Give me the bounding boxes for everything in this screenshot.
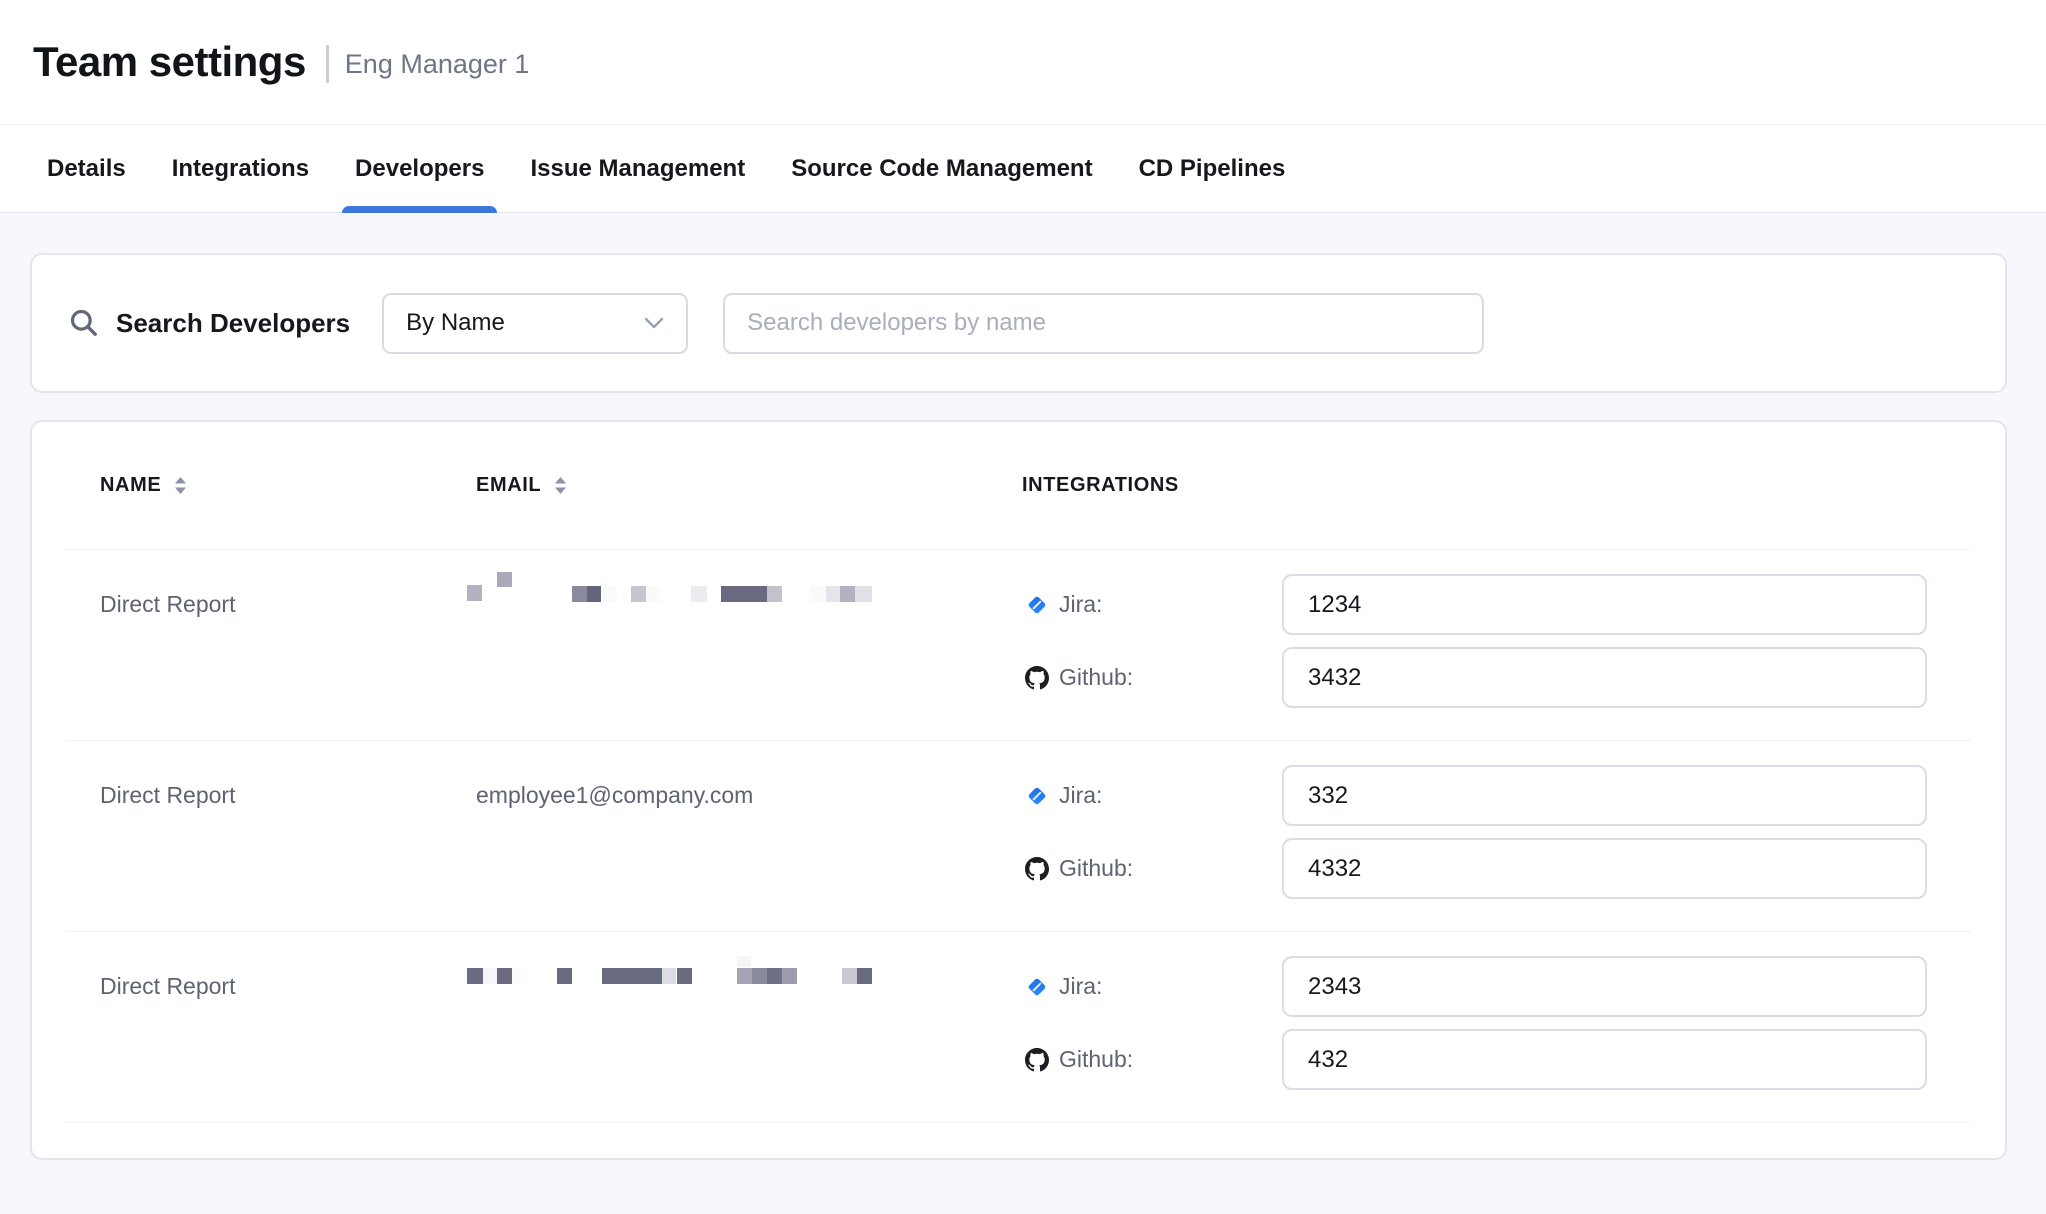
chevron-down-icon — [644, 317, 664, 329]
jira-id-input[interactable] — [1282, 956, 1927, 1017]
jira-icon — [1025, 784, 1049, 808]
tab-integrations[interactable]: Integrations — [172, 125, 309, 212]
developers-table-card: NAME EMAIL INTEGRATIONS Direct Report — [30, 420, 2007, 1160]
column-header-name[interactable]: NAME — [66, 474, 476, 497]
table-row: Direct Report Jira: — [66, 932, 1971, 1123]
search-developers-label: Search Developers — [116, 308, 350, 339]
jira-label: Jira: — [1059, 973, 1102, 1000]
jira-label: Jira: — [1059, 782, 1102, 809]
github-icon — [1025, 1048, 1049, 1072]
redacted-email — [466, 574, 886, 610]
page-content: Search Developers By Name NAME EMAIL — [0, 213, 2046, 1160]
table-row: Direct Report employee1@company.com Jira… — [66, 741, 1971, 932]
github-id-input[interactable] — [1282, 1029, 1927, 1090]
table-header-row: NAME EMAIL INTEGRATIONS — [66, 422, 1971, 550]
jira-icon — [1025, 975, 1049, 999]
tab-bar: Details Integrations Developers Issue Ma… — [0, 124, 2046, 213]
column-header-email[interactable]: EMAIL — [476, 474, 1022, 497]
sort-icon[interactable] — [174, 477, 187, 494]
jira-icon — [1025, 593, 1049, 617]
developer-name: Direct Report — [66, 765, 476, 826]
jira-label: Jira: — [1059, 591, 1102, 618]
team-name-label: Eng Manager 1 — [345, 49, 530, 80]
github-id-input[interactable] — [1282, 838, 1927, 899]
tab-details[interactable]: Details — [47, 125, 126, 212]
search-filter-dropdown[interactable]: By Name — [382, 293, 688, 354]
github-label: Github: — [1059, 1046, 1133, 1073]
developer-email: employee1@company.com — [476, 782, 753, 809]
column-header-integrations: INTEGRATIONS — [1022, 474, 1971, 497]
tab-issue-management[interactable]: Issue Management — [530, 125, 745, 212]
table-row: Direct Report Jira: — [66, 550, 1971, 741]
github-label: Github: — [1059, 855, 1133, 882]
search-icon — [68, 307, 100, 339]
title-divider — [326, 45, 329, 83]
page-header: Team settings Eng Manager 1 — [0, 0, 2046, 124]
tab-source-code-management[interactable]: Source Code Management — [791, 125, 1092, 212]
tab-cd-pipelines[interactable]: CD Pipelines — [1139, 125, 1286, 212]
team-settings-page: Team settings Eng Manager 1 Details Inte… — [0, 0, 2046, 1214]
github-id-input[interactable] — [1282, 647, 1927, 708]
github-label: Github: — [1059, 664, 1133, 691]
search-filter-value: By Name — [406, 309, 505, 337]
developer-name: Direct Report — [66, 956, 476, 1017]
github-icon — [1025, 666, 1049, 690]
redacted-email — [466, 956, 886, 992]
jira-id-input[interactable] — [1282, 765, 1927, 826]
developer-name: Direct Report — [66, 574, 476, 635]
jira-id-input[interactable] — [1282, 574, 1927, 635]
sort-icon[interactable] — [554, 477, 567, 494]
tab-developers[interactable]: Developers — [355, 125, 484, 212]
github-icon — [1025, 857, 1049, 881]
search-card: Search Developers By Name — [30, 253, 2007, 393]
search-input[interactable] — [723, 293, 1484, 354]
page-title: Team settings — [33, 38, 306, 86]
